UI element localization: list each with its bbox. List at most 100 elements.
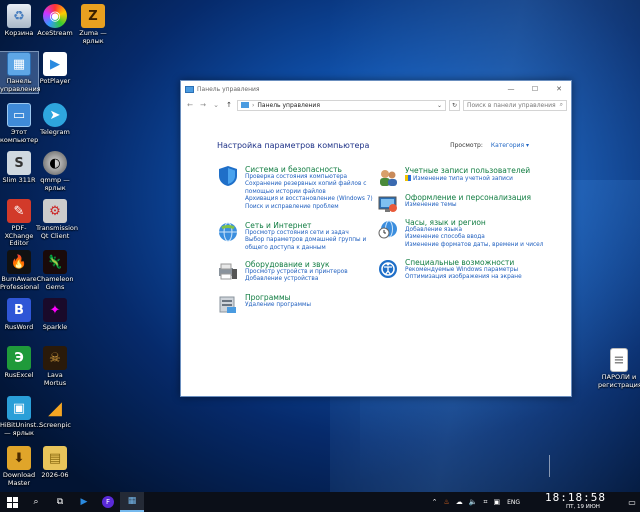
sparkle-icon: ✦ [43,298,67,322]
desktop-icon-rusword[interactable]: B RusWord [0,298,38,332]
start-button[interactable] [0,492,24,512]
notification-icon[interactable]: ▭ [624,492,640,512]
qmmp-icon: ◐ [43,151,67,175]
desktop-icon-lava-mortus[interactable]: ☠ Lava Mortus [36,346,74,387]
maximize-button[interactable]: ☐ [523,81,547,97]
taskbar-control-panel[interactable]: ▦ [120,492,144,512]
view-by-label: Просмотр: [450,142,483,149]
search-icon: ⌕ [33,497,39,507]
desktop-icon-control-panel[interactable]: ▦ Панель управления [0,51,41,94]
minimize-button[interactable]: — [499,81,523,97]
taskbar-potplayer[interactable]: ▶ [72,492,96,512]
address-bar[interactable]: › Панель управления ⌄ [237,99,446,111]
category-title[interactable]: Программы [245,293,311,302]
accessibility-icon [377,258,399,280]
category-link[interactable]: Изменение типа учетной записи [405,175,530,183]
category-link[interactable]: Изменение форматов даты, времени и чисел [405,242,543,249]
personalization-icon [377,193,399,215]
clock-globe-icon [377,218,399,240]
pdf-xchange-icon: ✎ [7,199,31,223]
forward-arrow-icon[interactable]: → [198,101,208,109]
programs-icon [217,293,239,315]
security-shield-icon [217,165,239,187]
category-link[interactable]: Архивация и восстановление (Windows 7) [245,196,373,203]
category-link[interactable]: общего доступа к данным [245,245,366,252]
desktop-icon-acestream[interactable]: ◉ AceStream [36,4,74,38]
taskbar-app[interactable]: F [96,492,120,512]
category-link[interactable]: Выбор параметров домашней группы и [245,237,366,244]
breadcrumb-separator-icon: › [252,101,255,109]
category-title[interactable]: Часы, язык и регион [405,218,543,227]
lava-mortus-icon: ☠ [43,346,67,370]
desktop-icon-burnaware[interactable]: 🔥 BurnAware Professional [0,250,39,291]
language-indicator[interactable]: ENG [507,499,520,506]
clock-time[interactable]: 18:18:58 [545,491,606,504]
search-input[interactable]: Поиск в панели управления ⌕ [463,99,567,111]
rusword-icon: B [7,298,31,322]
recent-dropdown-icon[interactable]: ⌄ [211,101,221,109]
clock-date: ПТ, 19 ИЮН [566,504,600,510]
desktop-icon-folder-2026[interactable]: ▤ 2026-06 [36,446,74,480]
category-link[interactable]: Удаление программы [245,302,311,309]
category-link[interactable]: Изменение темы [405,202,531,209]
system-tray: ⌃ ♨ ☁ 🔈 ⌗ ▣ ENG ▭ [429,492,640,512]
category-link[interactable]: Добавление устройства [245,276,348,283]
desktop-icon-rusexcel[interactable]: Э RusExcel [0,346,38,380]
potplayer-icon: ▶ [80,497,88,507]
up-arrow-icon[interactable]: ↑ [224,101,234,109]
desktop-icon-screenpic[interactable]: ◢ Screenpic [36,396,74,430]
category-title[interactable]: Оформление и персонализация [405,193,531,202]
control-panel-icon: ▦ [7,52,31,76]
desktop-icon-potplayer[interactable]: ▶ PotPlayer [36,52,74,86]
desktop-icon-zuma[interactable]: Z Zuma — ярлык [74,4,112,45]
category-link[interactable]: Изменение способа ввода [405,234,543,241]
desktop-icon-telegram[interactable]: ➤ Telegram [36,103,74,137]
desktop-icon-qmmp[interactable]: ◐ qmmp — ярлык [36,151,74,192]
category-title[interactable]: Специальные возможности [405,258,522,267]
desktop-icon-recycle-bin[interactable]: ♻ Корзина [0,4,38,38]
fire-tray-icon[interactable]: ♨ [443,498,449,506]
category-link[interactable]: Поиск и исправление проблем [245,204,373,211]
rusexcel-icon: Э [7,346,31,370]
close-button[interactable]: ✕ [547,81,571,97]
category-link[interactable]: Добавление языка [405,227,543,234]
hibit-icon: ▣ [7,396,31,420]
desktop-icon-transmission[interactable]: ⚙ Transmission Qt Client [36,199,78,240]
back-arrow-icon[interactable]: ← [185,101,195,109]
desktop-icon-sparkle[interactable]: ✦ Sparkle [36,298,74,332]
search-button[interactable]: ⌕ [24,492,48,512]
user-accounts-icon [377,166,399,188]
category-hardware-sound: Оборудование и звук Просмотр устройств и… [217,260,348,284]
chevron-up-icon[interactable]: ⌃ [432,498,438,506]
desktop-icon-this-pc[interactable]: ▭ Этот компьютер [0,103,38,144]
task-view-button[interactable]: ⧉ [48,492,72,512]
tray-app-icon[interactable]: ▣ [493,498,500,506]
chevron-down-icon[interactable]: ⌄ [437,102,442,109]
category-link[interactable]: Оптимизация изображения на экране [405,274,522,281]
desktop-icon-chameleon[interactable]: 🦎 Chameleon Gems [36,250,74,291]
breadcrumb[interactable]: Панель управления [257,102,320,109]
category-personalization: Оформление и персонализация Изменение те… [377,193,531,215]
chameleon-icon: 🦎 [43,250,67,274]
category-title[interactable]: Учетные записи пользователей [405,166,530,175]
network-icon[interactable]: ⌗ [483,498,487,507]
category-title[interactable]: Система и безопасность [245,165,373,174]
category-link[interactable]: Рекомендуемые Windows параметры [405,267,522,274]
category-title[interactable]: Оборудование и звук [245,260,348,269]
category-title[interactable]: Сеть и Интернет [245,221,366,230]
view-by-dropdown[interactable]: Категория ▾ [491,142,529,149]
category-link[interactable]: Сохранение резервных копий файлов с [245,181,373,188]
title-bar[interactable]: Панель управления — ☐ ✕ [181,81,571,97]
network-globe-icon [217,221,239,243]
desktop-icon-download-master[interactable]: ⬇ Download Master [0,446,38,487]
desktop-icon-passwords-doc[interactable]: ≡ ПАРОЛИ и регистрация [598,348,640,389]
desktop-icon-pdf-xchange[interactable]: ✎ PDF-XChange Editor [0,199,38,248]
volume-icon[interactable]: 🔈 [469,498,478,506]
refresh-button[interactable]: ↻ [449,99,460,111]
category-link[interactable]: помощью истории файлов [245,189,373,196]
search-icon: ⌕ [559,101,563,108]
desktop-icon-slim[interactable]: S Slim 311R [0,151,38,185]
cloud-tray-icon[interactable]: ☁ [456,498,463,506]
folder-icon: ▤ [43,446,67,470]
desktop-icon-hibit[interactable]: ▣ HiBitUninst... — ярлык [0,396,42,437]
